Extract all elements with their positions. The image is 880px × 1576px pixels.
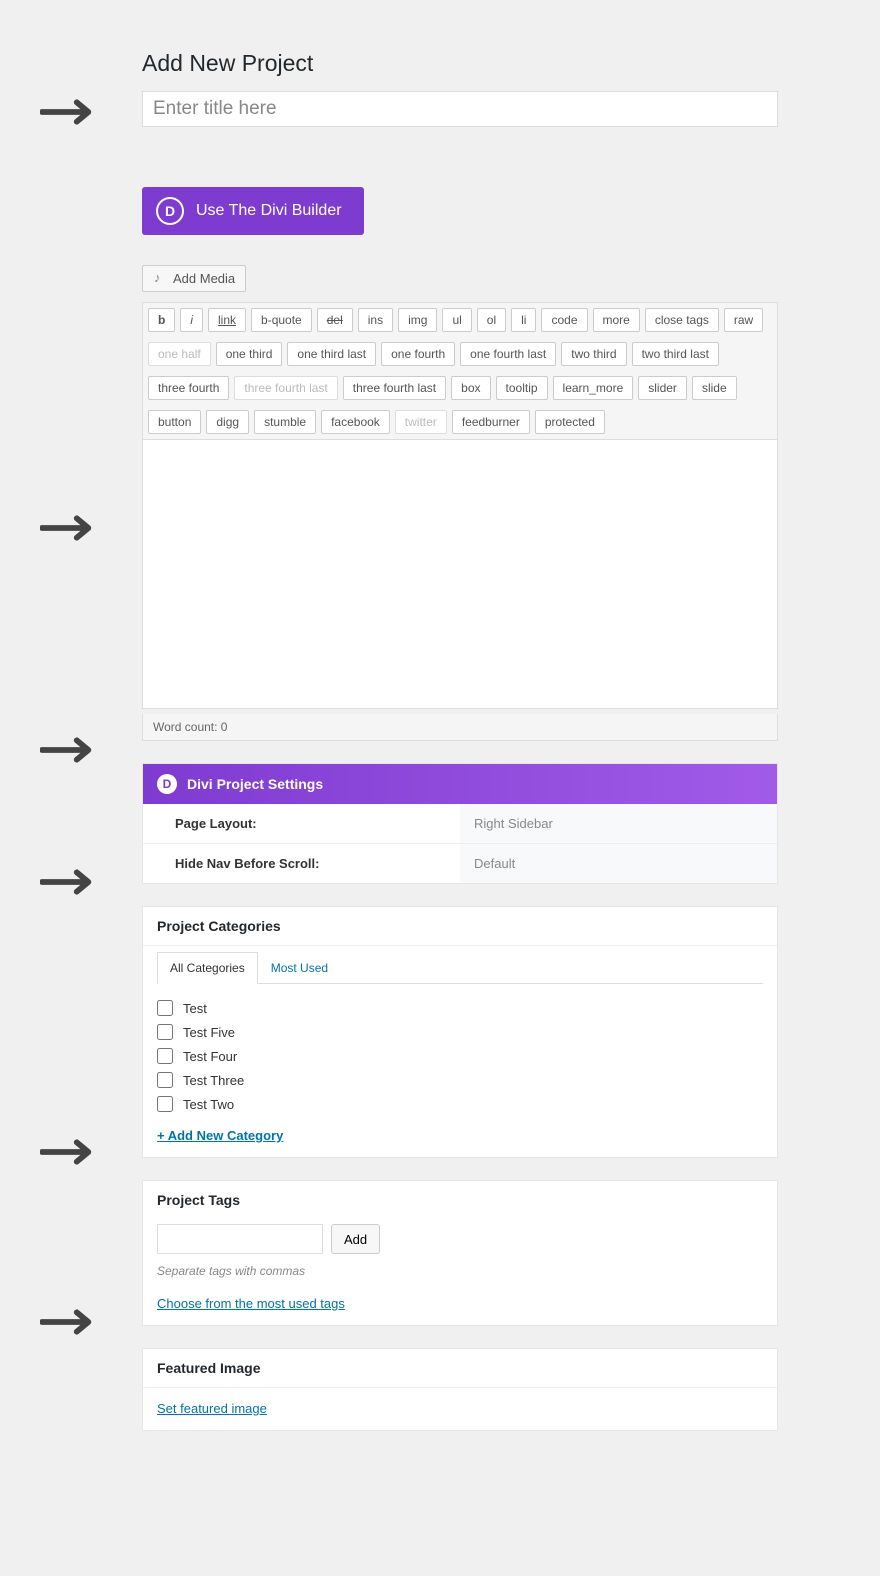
page-layout-select[interactable]: Right Sidebar <box>460 804 777 843</box>
category-item[interactable]: Test Two <box>157 1092 763 1116</box>
category-item[interactable]: Test Five <box>157 1020 763 1044</box>
toolbar-feedburner-button[interactable]: feedburner <box>452 410 530 434</box>
use-divi-builder-button[interactable]: D Use The Divi Builder <box>142 187 364 235</box>
toolbar-slider-button[interactable]: slider <box>638 376 687 400</box>
divi-logo-icon: D <box>157 774 177 794</box>
featured-image-panel: Featured Image Set featured image <box>142 1348 778 1431</box>
toolbar-more-button[interactable]: more <box>593 308 640 332</box>
toolbar-digg-button[interactable]: digg <box>206 410 249 434</box>
add-media-button[interactable]: Add Media <box>142 265 246 292</box>
toolbar-facebook-button[interactable]: facebook <box>321 410 390 434</box>
settings-row: Page Layout: Right Sidebar <box>143 804 777 844</box>
toolbar-stumble-button[interactable]: stumble <box>254 410 316 434</box>
divi-settings-header: D Divi Project Settings <box>143 764 777 804</box>
pointer-arrow-icon <box>40 508 98 548</box>
pointer-arrow-icon <box>40 730 98 770</box>
toolbar-threefourthlast2-button[interactable]: three fourth last <box>343 376 446 400</box>
tags-hint: Separate tags with commas <box>157 1264 763 1278</box>
categories-tabs: All Categories Most Used <box>157 946 763 984</box>
category-item[interactable]: Test Four <box>157 1044 763 1068</box>
content-editor[interactable] <box>142 439 778 709</box>
toolbar-onefourth-button[interactable]: one fourth <box>381 342 455 366</box>
toolbar-button-button[interactable]: button <box>148 410 201 434</box>
toolbar-ul-button[interactable]: ul <box>442 308 471 332</box>
page-title: Add New Project <box>142 50 880 77</box>
editor-toolbar: b i link b-quote del ins img ul ol li co… <box>142 302 778 439</box>
toolbar-tooltip-button[interactable]: tooltip <box>496 376 548 400</box>
settings-label: Hide Nav Before Scroll: <box>143 844 460 883</box>
toolbar-threefourthlast-button[interactable]: three fourth last <box>234 376 337 400</box>
category-checkbox[interactable] <box>157 1096 173 1112</box>
pointer-arrow-icon <box>40 1302 98 1342</box>
categories-title: Project Categories <box>143 907 777 946</box>
categories-list: Test Test Five Test Four Test Three Test… <box>143 984 777 1122</box>
toolbar-code-button[interactable]: code <box>541 308 587 332</box>
toolbar-ol-button[interactable]: ol <box>477 308 506 332</box>
add-media-label: Add Media <box>173 271 235 286</box>
toolbar-del-button[interactable]: del <box>317 308 353 332</box>
toolbar-box-button[interactable]: box <box>451 376 490 400</box>
category-item[interactable]: Test <box>157 996 763 1020</box>
tab-all-categories[interactable]: All Categories <box>157 952 258 984</box>
pointer-arrow-icon <box>40 1132 98 1172</box>
toolbar-onefourthlast-button[interactable]: one fourth last <box>460 342 556 366</box>
toolbar-onehalf-button[interactable]: one half <box>148 342 211 366</box>
tags-panel: Project Tags Add Separate tags with comm… <box>142 1180 778 1326</box>
media-icon <box>153 272 167 286</box>
category-checkbox[interactable] <box>157 1048 173 1064</box>
toolbar-raw-button[interactable]: raw <box>724 308 763 332</box>
toolbar-bquote-button[interactable]: b-quote <box>251 308 312 332</box>
toolbar-onethirdlast-button[interactable]: one third last <box>287 342 376 366</box>
toolbar-twitter-button[interactable]: twitter <box>395 410 447 434</box>
tab-most-used[interactable]: Most Used <box>258 952 341 984</box>
toolbar-onethird-button[interactable]: one third <box>216 342 283 366</box>
toolbar-twothirdlast-button[interactable]: two third last <box>632 342 719 366</box>
pointer-arrow-icon <box>40 92 98 132</box>
pointer-arrow-icon <box>40 862 98 902</box>
divi-logo-icon: D <box>156 197 184 225</box>
toolbar-learnmore-button[interactable]: learn_more <box>553 376 634 400</box>
featured-image-title: Featured Image <box>143 1349 777 1388</box>
divi-settings-title: Divi Project Settings <box>187 776 323 792</box>
category-checkbox[interactable] <box>157 1000 173 1016</box>
toolbar-closetags-button[interactable]: close tags <box>645 308 719 332</box>
toolbar-italic-button[interactable]: i <box>180 308 203 332</box>
categories-panel: Project Categories All Categories Most U… <box>142 906 778 1158</box>
tags-title: Project Tags <box>143 1181 777 1212</box>
divi-settings-panel: D Divi Project Settings Page Layout: Rig… <box>142 763 778 884</box>
toolbar-threefourth-button[interactable]: three fourth <box>148 376 229 400</box>
add-tag-button[interactable]: Add <box>331 1224 380 1254</box>
settings-row: Hide Nav Before Scroll: Default <box>143 844 777 883</box>
project-title-input[interactable] <box>142 91 778 127</box>
category-checkbox[interactable] <box>157 1024 173 1040</box>
toolbar-link-button[interactable]: link <box>208 308 246 332</box>
add-new-category-link[interactable]: + Add New Category <box>143 1122 297 1157</box>
hide-nav-select[interactable]: Default <box>460 844 777 883</box>
toolbar-ins-button[interactable]: ins <box>358 308 393 332</box>
set-featured-image-link[interactable]: Set featured image <box>157 1401 267 1416</box>
settings-label: Page Layout: <box>143 804 460 843</box>
toolbar-li-button[interactable]: li <box>511 308 536 332</box>
tag-input[interactable] <box>157 1224 323 1254</box>
toolbar-slide-button[interactable]: slide <box>692 376 737 400</box>
category-item[interactable]: Test Three <box>157 1068 763 1092</box>
word-count-label: Word count: 0 <box>142 714 778 741</box>
toolbar-bold-button[interactable]: b <box>148 308 175 332</box>
toolbar-img-button[interactable]: img <box>398 308 437 332</box>
divi-builder-button-label: Use The Divi Builder <box>196 202 342 220</box>
choose-most-used-tags-link[interactable]: Choose from the most used tags <box>157 1296 345 1311</box>
toolbar-protected-button[interactable]: protected <box>535 410 605 434</box>
category-checkbox[interactable] <box>157 1072 173 1088</box>
toolbar-twothird-button[interactable]: two third <box>561 342 626 366</box>
